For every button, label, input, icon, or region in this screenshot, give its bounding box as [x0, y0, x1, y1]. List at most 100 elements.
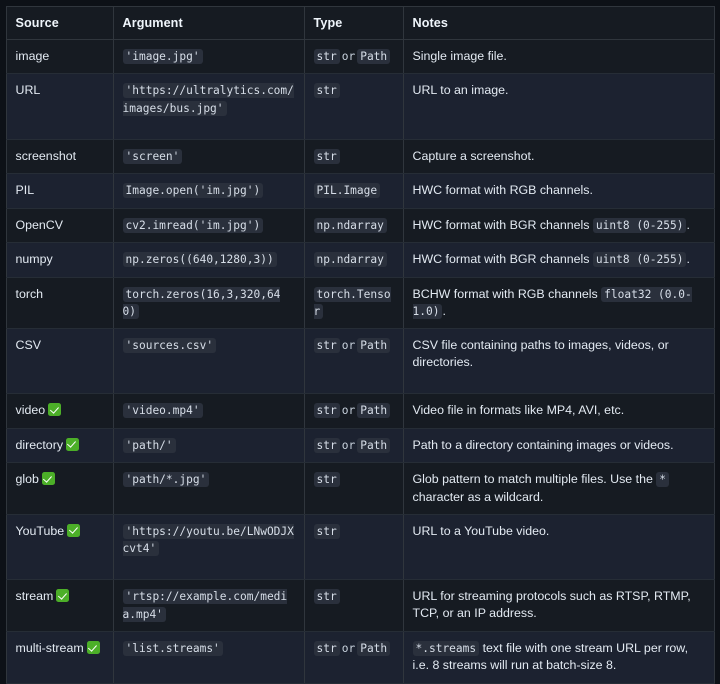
- cell-notes: URL to a YouTube video.: [403, 514, 714, 580]
- inference-sources-table: Source Argument Type Notes image'image.j…: [6, 6, 715, 684]
- note-code: *: [656, 472, 669, 487]
- cell-type: str: [304, 580, 403, 632]
- table-row: multi-stream'list.streams'strorPath*.str…: [6, 632, 714, 683]
- table-row: OpenCV cv2.imread('im.jpg') np.ndarrayHWC …: [6, 208, 714, 242]
- source-label: stream: [16, 589, 54, 603]
- cell-argument: Image.open('im.jpg'): [113, 174, 304, 208]
- cell-source: torch: [6, 277, 113, 329]
- cell-notes: HWC format with BGR channels uint8 (0-25…: [403, 243, 714, 277]
- note-text-trailing: .: [686, 252, 689, 266]
- cell-type: str: [304, 74, 403, 140]
- argument-code: torch.zeros(16,3,320,640): [123, 287, 281, 319]
- check-mark-icon: [67, 524, 80, 537]
- cell-type: torch.Tensor: [304, 277, 403, 329]
- table-body: image'image.jpg'strorPathSingle image fi…: [6, 40, 714, 684]
- type-primary: str: [314, 403, 340, 418]
- type-primary: str: [314, 589, 340, 604]
- type-secondary: Path: [357, 403, 390, 418]
- cell-source: CSV: [6, 329, 113, 394]
- cell-notes: HWC format with BGR channels uint8 (0-25…: [403, 208, 714, 242]
- argument-code: 'https://ultralytics.com/images/bus.jpg': [123, 83, 294, 115]
- table-row: YouTube'https://youtu.be/LNwODJXcvt4'str…: [6, 514, 714, 580]
- note-code: uint8 (0-255): [593, 218, 687, 233]
- note-text: URL for streaming protocols such as RTSP…: [413, 589, 691, 620]
- cell-argument: 'path/': [113, 428, 304, 462]
- cell-argument: np.zeros((640,1280,3)): [113, 243, 304, 277]
- argument-code: 'rtsp://example.com/media.mp4': [123, 589, 288, 621]
- table-row: image'image.jpg'strorPathSingle image fi…: [6, 40, 714, 74]
- type-primary: str: [314, 438, 340, 453]
- source-label: OpenCV: [16, 218, 64, 232]
- source-label: directory: [16, 438, 64, 452]
- table-header-row: Source Argument Type Notes: [6, 7, 714, 40]
- note-text: HWC format with RGB channels.: [413, 183, 593, 197]
- cell-source: OpenCV: [6, 208, 113, 242]
- source-label: glob: [16, 472, 39, 486]
- cell-type: strorPath: [304, 40, 403, 74]
- cell-notes: URL to an image.: [403, 74, 714, 140]
- column-header-source: Source: [6, 7, 113, 40]
- table-row: glob 'path/*.jpg' str Glob pattern to match…: [6, 463, 714, 514]
- argument-code: Image.open('im.jpg'): [123, 183, 264, 198]
- table-row: PIL Image.open('im.jpg') PIL.Image HWC form…: [6, 174, 714, 208]
- type-primary: str: [314, 472, 340, 487]
- argument-code: 'video.mp4': [123, 403, 203, 418]
- type-secondary: Path: [357, 641, 390, 656]
- cell-source: screenshot: [6, 140, 113, 174]
- type-primary: str: [314, 149, 340, 164]
- cell-argument: 'screen': [113, 140, 304, 174]
- source-label: CSV: [16, 338, 41, 352]
- cell-source: stream: [6, 580, 113, 632]
- cell-notes: Glob pattern to match multiple files. Us…: [403, 463, 714, 514]
- cell-type: str: [304, 463, 403, 514]
- note-text: Video file in formats like MP4, AVI, etc…: [413, 403, 625, 417]
- documentation-page: Source Argument Type Notes image'image.j…: [0, 0, 720, 549]
- type-separator: or: [340, 50, 357, 63]
- cell-source: YouTube: [6, 514, 113, 580]
- type-primary: str: [314, 641, 340, 656]
- table-header: Source Argument Type Notes: [6, 7, 714, 40]
- table-row: CSV 'sources.csv' strorPath CSV file contai…: [6, 329, 714, 394]
- cell-notes: HWC format with RGB channels.: [403, 174, 714, 208]
- note-code: uint8 (0-255): [593, 252, 687, 267]
- source-label: video: [16, 403, 46, 417]
- cell-notes: BCHW format with RGB channels float32 (0…: [403, 277, 714, 329]
- cell-type: strorPath: [304, 428, 403, 462]
- type-secondary: Path: [357, 49, 390, 64]
- table-row: torch torch.zeros(16,3,320,640) torch.Tens…: [6, 277, 714, 329]
- cell-argument: 'path/*.jpg': [113, 463, 304, 514]
- table-row: directory 'path/'strorPath Path to a direc…: [6, 428, 714, 462]
- cell-source: directory: [6, 428, 113, 462]
- cell-argument: 'video.mp4': [113, 394, 304, 428]
- cell-notes: *.streams text file with one stream URL …: [403, 632, 714, 683]
- argument-code: cv2.imread('im.jpg'): [123, 218, 264, 233]
- note-text: Path to a directory containing images or…: [413, 438, 674, 452]
- table-row: video 'video.mp4' strorPath Video file in f…: [6, 394, 714, 428]
- cell-notes: Path to a directory containing images or…: [403, 428, 714, 462]
- type-primary: str: [314, 83, 340, 98]
- cell-type: PIL.Image: [304, 174, 403, 208]
- cell-type: strorPath: [304, 329, 403, 394]
- cell-argument: 'https://ultralytics.com/images/bus.jpg': [113, 74, 304, 140]
- note-text: URL to an image.: [413, 83, 509, 97]
- note-text: URL to a YouTube video.: [413, 524, 550, 538]
- note-text: CSV file containing paths to images, vid…: [413, 338, 669, 369]
- cell-argument: 'sources.csv': [113, 329, 304, 394]
- type-separator: or: [340, 439, 357, 452]
- check-mark-icon: [87, 641, 100, 654]
- table-row: URL'https://ultralytics.com/images/bus.j…: [6, 74, 714, 140]
- cell-source: multi-stream: [6, 632, 113, 683]
- argument-code: 'sources.csv': [123, 338, 217, 353]
- cell-argument: 'https://youtu.be/LNwODJXcvt4': [113, 514, 304, 580]
- cell-argument: 'rtsp://example.com/media.mp4': [113, 580, 304, 632]
- check-mark-icon: [48, 403, 61, 416]
- cell-notes: Video file in formats like MP4, AVI, etc…: [403, 394, 714, 428]
- argument-code: np.zeros((640,1280,3)): [123, 252, 277, 267]
- cell-type: strorPath: [304, 394, 403, 428]
- source-label: PIL: [16, 183, 35, 197]
- note-text-trailing: character as a wildcard.: [413, 490, 544, 504]
- cell-argument: cv2.imread('im.jpg'): [113, 208, 304, 242]
- table-row: numpynp.zeros((640,1280,3))np.ndarrayHWC…: [6, 243, 714, 277]
- cell-type: np.ndarray: [304, 208, 403, 242]
- source-label: numpy: [16, 252, 53, 266]
